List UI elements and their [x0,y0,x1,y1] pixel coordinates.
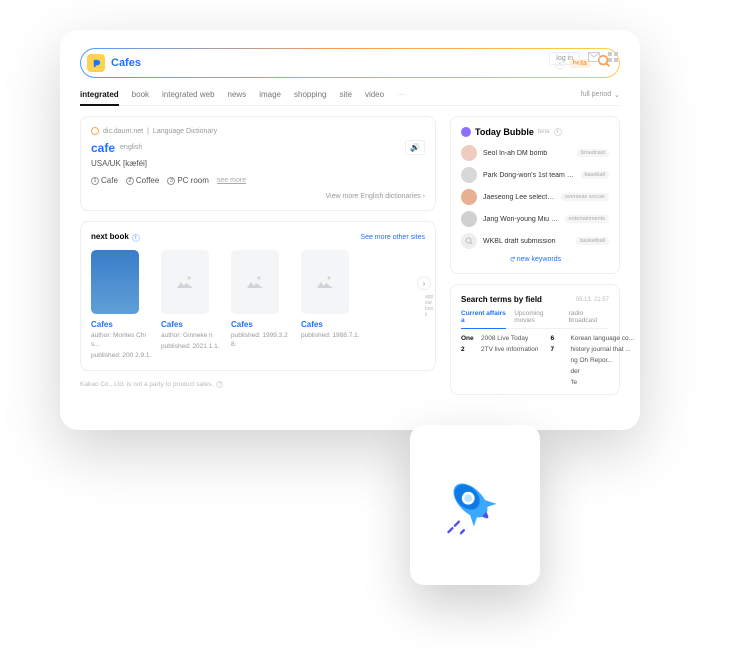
rocket-icon [435,465,515,545]
books-card: next booki See more other sites Cafes au… [80,221,436,371]
help-icon[interactable]: ? [216,381,223,388]
see-more-link[interactable]: see more [217,177,246,184]
tab-integrated[interactable]: integrated [80,90,119,99]
more-tabs-icon[interactable]: ⋯ [397,90,406,99]
rocket-card [410,425,540,585]
book-thumb [301,250,349,314]
avatar [461,189,477,205]
sterm-row[interactable]: 7history journal that ... [550,346,634,353]
avatar [461,145,477,161]
book-item[interactable]: Cafes author: Ginneke n published: 2021.… [161,250,223,360]
source-icon [91,127,99,135]
today-bubble-card: Today Bubble beta i Seol In-ah DM bombbr… [450,116,620,274]
grid-icon[interactable] [608,52,618,65]
refresh-keywords[interactable]: ↻new keywords [461,255,609,263]
dict-word[interactable]: cafe [91,141,115,155]
bubble-icon [461,127,471,137]
search-input[interactable] [111,57,555,69]
avatar [461,211,477,227]
top-right-tools: log in [549,52,618,65]
logo-icon [87,54,105,72]
book-thumb [161,250,209,314]
chevron-down-icon: ⌄ [614,91,620,99]
bubble-item[interactable]: Seol In-ah DM bombbroadcast [461,145,609,161]
overflow-text: appear book [425,294,435,318]
login-button[interactable]: log in [549,52,580,65]
sterms-tab-movies[interactable]: Upcoming movies [514,310,561,324]
avatar [461,167,477,183]
search-bar[interactable]: ⓧ beta [80,48,620,78]
footer-disclaimer: Kakao Co., Ltd. is not a party to produc… [80,381,436,388]
tab-book[interactable]: book [132,90,149,99]
definitions: 1Cafe 2Coffee 3PC room see more [91,176,425,185]
book-thumb [231,250,279,314]
sterms-tab-current[interactable]: Current affairs a [461,310,506,329]
bubble-item[interactable]: Jaeseong Lee selectedoverseas soccer [461,189,609,205]
mail-icon[interactable] [588,52,600,65]
tab-image[interactable]: image [259,90,281,99]
info-icon[interactable]: i [132,234,140,242]
view-more-dict[interactable]: View more English dictionaries › [91,193,425,200]
tab-bar: integrated book integrated web news imag… [80,90,620,106]
avatar [461,233,477,249]
speaker-icon[interactable]: 🔊 [405,140,425,155]
dictionary-card: dic.daum.net | Language Dictionary cafe … [80,116,436,211]
sterm-row[interactable]: ng Oh Repor... [550,357,634,364]
info-icon[interactable]: i [554,128,562,136]
bubble-title: Today Bubble [475,127,534,137]
tab-site[interactable]: site [339,90,351,99]
tab-shopping[interactable]: shopping [294,90,326,99]
search-terms-card: Search terms by field 05.13. 21:57 Curre… [450,284,620,395]
refresh-icon: ↻ [508,256,516,262]
dict-source: dic.daum.net | Language Dictionary [91,127,425,135]
period-dropdown[interactable]: full period ⌄ [581,91,620,99]
book-item[interactable]: Cafes published: 1999.3.28. [231,250,293,360]
tab-integrated-web[interactable]: integrated web [162,90,214,99]
bubble-item[interactable]: Jang Won-young Miu Miu p...entertainment… [461,211,609,227]
tab-news[interactable]: news [228,90,247,99]
tab-video[interactable]: video [365,90,384,99]
sterms-time: 05.13. 21:57 [576,297,609,303]
see-more-books[interactable]: See more other sites [360,234,425,241]
dict-lang: english [120,144,142,151]
sterm-row[interactable]: 22TV live information [461,346,538,353]
sterms-tab-radio[interactable]: radio broadcast [569,310,609,324]
next-arrow-icon[interactable]: › [417,276,431,290]
book-item[interactable]: Cafes published: 1988.7.1. [301,250,363,360]
book-thumb [91,250,139,314]
sterm-row[interactable]: 'fe [550,379,634,386]
phonetic: USA/UK [kæféi] [91,159,425,168]
sterm-row[interactable]: One2008 Live Today [461,335,538,342]
bubble-item[interactable]: Park Dong-won's 1st team expun...basebal… [461,167,609,183]
sterm-row[interactable]: 6Korean language co... [550,335,634,342]
sterms-title: Search terms by field [461,295,542,304]
search-window: log in ⓧ beta integrated book integrated… [60,30,640,430]
bubble-item[interactable]: WKBL draft submissionbasketball [461,233,609,249]
books-title: next book [91,232,129,241]
book-item[interactable]: Cafes author: Montes Chis... published: … [91,250,153,360]
sterm-row[interactable]: der [550,368,634,375]
